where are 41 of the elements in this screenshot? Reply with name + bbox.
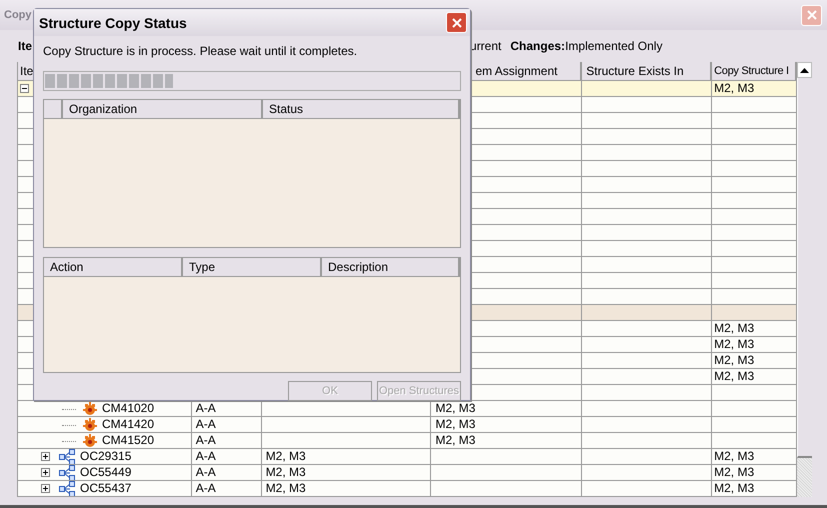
dialog-title: Structure Copy Status	[39, 14, 187, 30]
item-name: OC55449	[80, 465, 132, 480]
hierarchy-icon	[58, 481, 76, 496]
table-cell: A-A	[192, 417, 262, 433]
table-cell: A-A	[192, 449, 262, 465]
gear-icon	[82, 433, 98, 448]
up-arrow-icon	[800, 68, 809, 72]
item-name: OC29315	[80, 449, 132, 464]
table-row[interactable]: OC55437 A-A M2, M3 M2, M3	[18, 481, 797, 497]
expand-icon[interactable]	[41, 468, 50, 477]
table-cell: M2, M3	[262, 465, 432, 481]
table-row[interactable]: OC29315 A-A M2, M3 M2, M3	[18, 449, 797, 465]
field-label: Ite	[18, 39, 32, 53]
gear-icon	[82, 417, 98, 432]
table-cell: M2, M3	[431, 433, 582, 449]
table-cell: A-A	[192, 433, 262, 449]
filter-text: Changes:Implemented Only	[510, 39, 662, 53]
table-cell: A-A	[192, 481, 262, 497]
hierarchy-icon	[58, 465, 76, 480]
status-message: Copy Structure is in process. Please wait until it completes.	[43, 43, 358, 59]
table-row[interactable]: OC55449 A-A M2, M3 M2, M3	[18, 465, 797, 481]
item-name: CM41520	[102, 433, 154, 448]
close-button[interactable]	[446, 12, 467, 33]
table-row[interactable]: CM41520 A-A M2, M3	[18, 433, 797, 449]
table-row[interactable]: CM41420 A-A M2, M3	[18, 417, 797, 433]
table-cell: A-A	[192, 465, 262, 481]
item-name: OC55437	[80, 481, 132, 496]
collapse-icon[interactable]	[20, 84, 29, 93]
window-title: Copy	[4, 9, 32, 21]
close-icon	[806, 10, 816, 20]
expand-icon[interactable]	[41, 484, 50, 493]
item-name: CM41420	[102, 417, 154, 432]
expand-icon[interactable]	[41, 452, 50, 461]
table-cell: M2, M3	[262, 449, 432, 465]
table-cell: M2, M3	[262, 481, 432, 497]
scroll-up-button[interactable]	[797, 62, 812, 78]
table-cell: M2, M3	[431, 417, 582, 433]
item-name: CM41020	[102, 401, 154, 416]
gear-icon	[82, 401, 98, 416]
close-icon	[452, 18, 462, 28]
hierarchy-icon	[58, 449, 76, 464]
